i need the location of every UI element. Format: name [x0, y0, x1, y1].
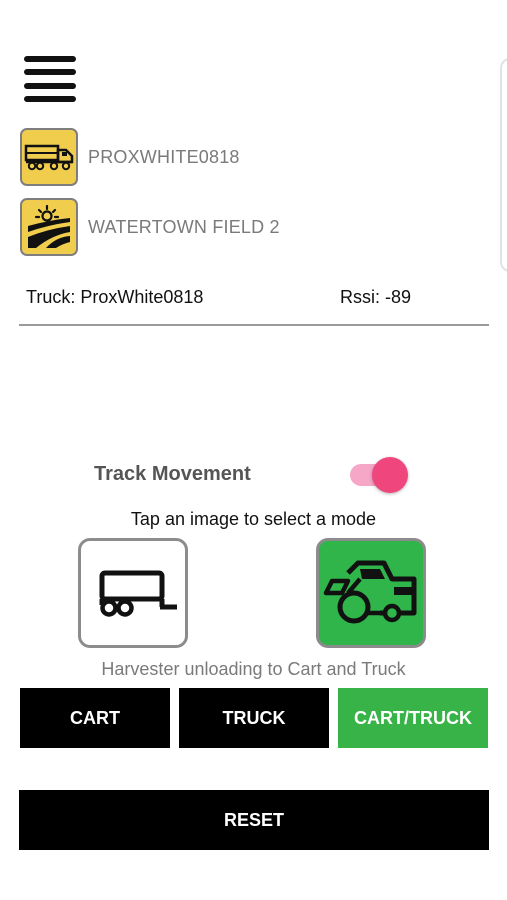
- truck-icon: [20, 128, 78, 186]
- mode-description: Harvester unloading to Cart and Truck: [101, 659, 406, 679]
- menu-icon[interactable]: [24, 56, 76, 102]
- cart-button[interactable]: CART: [20, 688, 170, 748]
- track-movement-toggle[interactable]: [350, 456, 410, 493]
- harvester-mode-image[interactable]: [316, 538, 426, 648]
- truck-button[interactable]: TRUCK: [179, 688, 329, 748]
- reset-button[interactable]: RESET: [19, 790, 489, 850]
- equipment-row-field[interactable]: WATERTOWN FIELD 2: [20, 198, 280, 256]
- cart-truck-button[interactable]: CART/TRUCK: [338, 688, 488, 748]
- cart-icon: [99, 570, 177, 617]
- toggle-thumb: [372, 457, 408, 493]
- mode-hint: Tap an image to select a mode: [130, 509, 377, 529]
- cart-mode-image[interactable]: [78, 538, 188, 648]
- truck-name: PROXWHITE0818: [88, 146, 240, 167]
- rssi-status-label: Rssi: -89: [340, 287, 412, 307]
- harvester-icon: [323, 560, 417, 624]
- divider: [19, 324, 489, 326]
- field-icon: [20, 198, 78, 256]
- equipment-row-truck[interactable]: PROXWHITE0818: [20, 128, 240, 186]
- side-panel-edge: [500, 58, 507, 272]
- track-movement-label: Track Movement: [94, 463, 251, 485]
- field-name: WATERTOWN FIELD 2: [88, 216, 280, 237]
- truck-status-label: Truck: ProxWhite0818: [26, 287, 204, 307]
